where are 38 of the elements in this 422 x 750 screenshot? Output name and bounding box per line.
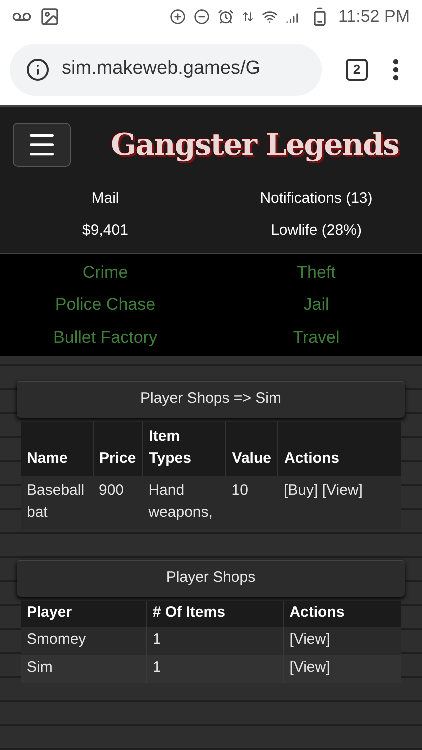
view-link[interactable]: [View] (290, 659, 330, 676)
nav-link[interactable]: Travel (293, 324, 340, 350)
nav-link[interactable]: Police Chase (55, 292, 156, 318)
stat-link[interactable]: $9,401 (82, 220, 128, 242)
column-header: Player (21, 600, 146, 626)
table-cell: 1 (146, 654, 284, 682)
table-cell: 10 (226, 476, 278, 530)
alarm-icon (218, 9, 234, 25)
view-link[interactable]: [View] (290, 631, 330, 648)
table-cell: 900 (93, 476, 143, 530)
panel-title: Player Shops => Sim (140, 389, 282, 410)
table-cell: Sim (21, 654, 146, 682)
tab-count-button[interactable]: 2 (346, 58, 368, 80)
address-bar[interactable]: sim.makeweb.games/G (10, 44, 322, 96)
image-icon (40, 7, 60, 27)
panel-title: Player Shops (166, 568, 256, 588)
url-text: sim.makeweb.games/G (62, 57, 261, 82)
stat-link[interactable]: Lowlife (28%) (271, 220, 362, 242)
column-header: Name (21, 422, 93, 476)
more-icon (393, 58, 399, 80)
action-link[interactable]: [View] (322, 482, 363, 498)
stat-link[interactable]: Mail (92, 188, 120, 210)
table-cell: Hand weapons, (142, 476, 226, 530)
nav-link[interactable]: Crime (82, 260, 128, 285)
do-not-disturb-icon (194, 9, 210, 25)
clock: 11:52 PM (338, 6, 410, 28)
table-cell: Baseball bat (21, 476, 93, 530)
stat-link[interactable]: Notifications (13) (260, 188, 373, 210)
data-saver-icon (170, 9, 186, 25)
menu-button[interactable] (13, 123, 71, 167)
table-cell: Smomey (21, 626, 146, 654)
action-link[interactable]: [Buy] (284, 482, 318, 498)
nav-link[interactable]: Bullet Factory (54, 324, 158, 350)
nav-link[interactable]: Theft (297, 260, 336, 285)
nav-link[interactable]: Jail (304, 292, 330, 318)
info-icon (26, 58, 50, 82)
logo[interactable]: Gangster Legends (111, 122, 399, 168)
wifi-icon (262, 9, 278, 25)
